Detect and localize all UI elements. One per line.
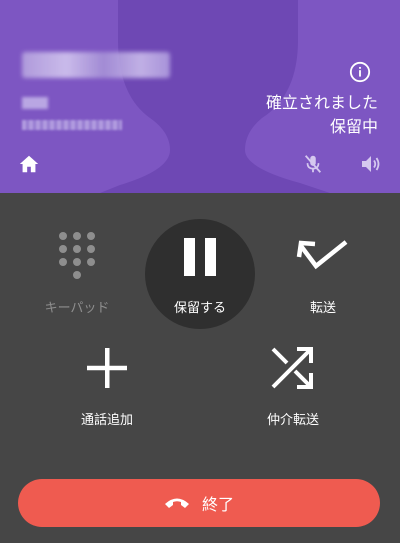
call-screen: 確立されました 保留中 キーパッド 保留する 転送 通話追加 仲介転送 終了 [0, 0, 400, 543]
info-icon[interactable] [349, 61, 371, 83]
call-status-hold: 保留中 [329, 117, 378, 136]
consult-transfer-button[interactable]: 仲介転送 [238, 334, 348, 444]
keypad-label: キーパッド [44, 301, 110, 316]
transfer-button[interactable]: 転送 [268, 222, 378, 332]
home-icon[interactable] [18, 153, 40, 175]
transfer-label: 転送 [309, 301, 336, 316]
hold-label: 保留する [173, 301, 226, 316]
end-call-label: 終了 [201, 495, 234, 514]
mic-off-icon[interactable] [302, 152, 324, 176]
call-status-connected: 確立されました [265, 93, 378, 112]
pause-icon [184, 238, 216, 276]
contact-label-redacted [22, 97, 48, 109]
hold-button[interactable]: 保留する [145, 222, 255, 332]
contact-number-redacted [22, 120, 122, 130]
consult-transfer-label: 仲介転送 [266, 413, 319, 428]
add-call-button[interactable]: 通話追加 [52, 334, 162, 444]
call-header: 確立されました 保留中 [0, 0, 400, 193]
dialpad-icon [59, 232, 95, 279]
speaker-icon[interactable] [359, 152, 383, 176]
keypad-button[interactable]: キーパッド [22, 222, 132, 332]
add-call-label: 通話追加 [80, 413, 133, 428]
shuffle-icon [271, 347, 313, 389]
plus-icon [87, 348, 127, 388]
transfer-icon [296, 240, 348, 270]
contact-name-redacted [22, 52, 170, 78]
phone-hangup-icon [164, 498, 189, 508]
end-call-button[interactable]: 終了 [18, 479, 380, 527]
